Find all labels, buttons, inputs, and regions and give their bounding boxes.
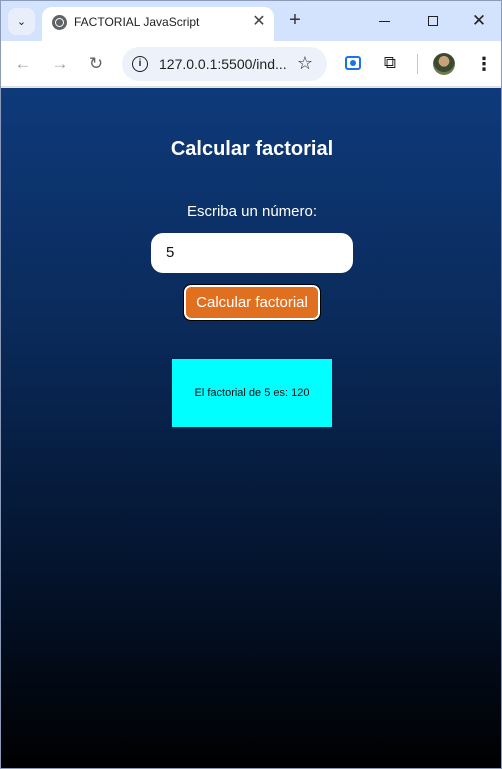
address-bar[interactable]: i 127.0.0.1:5500/ind... ☆	[122, 47, 327, 81]
tab-close-icon[interactable]: ✕	[249, 12, 269, 32]
page-title: Calcular factorial	[170, 138, 334, 160]
result-text: El factorial de 5 es: 120	[194, 387, 310, 399]
info-icon[interactable]: i	[132, 56, 148, 72]
tab-search-button[interactable]: ⌄	[8, 8, 35, 35]
url-text[interactable]: 127.0.0.1:5500/ind...	[159, 56, 287, 72]
screen-cast-icon[interactable]	[345, 56, 361, 70]
minimize-button[interactable]	[373, 9, 397, 33]
maximize-button[interactable]	[421, 9, 445, 33]
number-prompt-label: Escriba un número:	[186, 203, 318, 220]
kebab-menu-icon[interactable]: ⋮	[475, 53, 493, 75]
result-box: El factorial de 5 es: 120	[172, 359, 332, 427]
browser-toolbar: ← → ↻ i 127.0.0.1:5500/ind... ☆ ⧉ ⋮	[1, 41, 501, 87]
forward-button[interactable]: →	[49, 53, 71, 75]
reload-button[interactable]: ↻	[85, 53, 107, 75]
tab-strip: ⌄ FACTORIAL JavaScript ✕ + ✕	[1, 1, 501, 41]
number-input[interactable]: 5	[151, 233, 353, 273]
puzzle-icon[interactable]: ⧉	[379, 52, 401, 74]
avatar[interactable]	[433, 53, 455, 75]
calculate-factorial-button[interactable]: Calcular factorial	[183, 284, 321, 321]
back-button[interactable]: ←	[12, 53, 34, 75]
active-tab[interactable]: FACTORIAL JavaScript ✕	[42, 7, 274, 41]
globe-icon	[52, 15, 67, 30]
browser-window: ⌄ FACTORIAL JavaScript ✕ + ✕ ← → ↻ i 127…	[0, 0, 502, 769]
window-close-button[interactable]: ✕	[467, 9, 491, 33]
bookmark-star-icon[interactable]: ☆	[294, 52, 316, 74]
new-tab-button[interactable]: +	[284, 9, 306, 31]
page-viewport: Calcular factorial Escriba un número: 5 …	[1, 88, 501, 768]
toolbar-divider	[417, 54, 418, 74]
tab-title: FACTORIAL JavaScript	[74, 15, 200, 29]
